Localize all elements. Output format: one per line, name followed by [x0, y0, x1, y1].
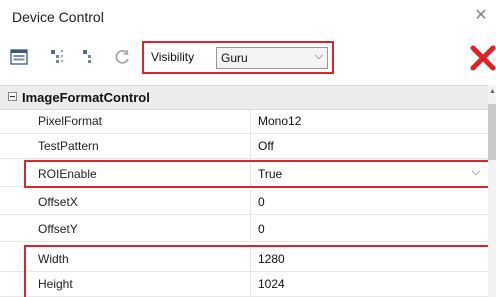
- red-x-icon: [470, 45, 496, 71]
- column-divider: [250, 109, 251, 133]
- property-row[interactable]: PixelFormat Mono12: [0, 109, 488, 134]
- column-divider: [250, 190, 251, 214]
- column-divider: [250, 217, 251, 241]
- property-value: Mono12: [258, 114, 302, 128]
- visibility-value: Guru: [221, 51, 248, 65]
- collapse-toggle-icon[interactable]: [8, 92, 17, 101]
- property-name: OffsetX: [38, 195, 78, 209]
- property-value: 0: [258, 222, 265, 236]
- width-height-highlight: [24, 245, 490, 297]
- roi-highlight: [24, 160, 490, 188]
- collapse-tree-icon[interactable]: [82, 49, 100, 65]
- visibility-dropdown[interactable]: Guru ⌵: [216, 47, 328, 69]
- property-row[interactable]: OffsetY 0: [0, 217, 488, 242]
- property-name: OffsetY: [38, 222, 78, 236]
- property-name: TestPattern: [38, 139, 99, 153]
- properties-icon[interactable]: [10, 49, 28, 65]
- property-value: 0: [258, 195, 265, 209]
- property-row[interactable]: OffsetX 0: [0, 190, 488, 215]
- property-name: PixelFormat: [38, 114, 103, 128]
- section-label: ImageFormatControl: [22, 90, 150, 105]
- expand-tree-icon[interactable]: [50, 49, 68, 65]
- close-icon[interactable]: ✕: [472, 7, 490, 25]
- chevron-down-icon: ⌵: [314, 50, 323, 62]
- column-divider: [250, 134, 251, 158]
- scroll-up-icon[interactable]: ▲: [489, 88, 496, 95]
- scrollbar-thumb[interactable]: [488, 104, 496, 160]
- property-value: Off: [258, 139, 274, 153]
- refresh-icon[interactable]: [114, 49, 132, 65]
- property-row[interactable]: TestPattern Off: [0, 134, 488, 159]
- window-title: Device Control: [12, 9, 104, 25]
- section-header[interactable]: ImageFormatControl: [0, 85, 488, 110]
- title-bar: Device Control ✕: [0, 0, 496, 36]
- visibility-label: Visibility: [151, 50, 195, 64]
